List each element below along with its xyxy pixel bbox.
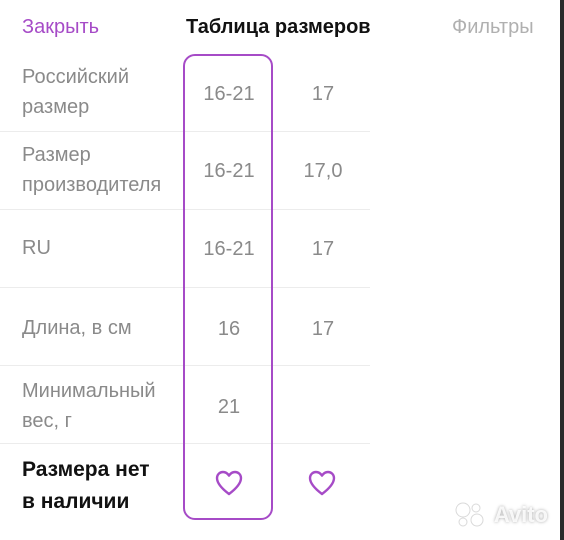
row-label-line: Российский <box>22 66 130 88</box>
row-label: Минимальный вес, г <box>22 376 156 436</box>
row-label: Российский размер <box>22 62 129 122</box>
row-label: Размер производителя <box>22 140 161 200</box>
size-cell: 17,0 <box>303 160 343 182</box>
avito-logo-icon <box>455 502 484 527</box>
size-cell: 17 <box>311 83 335 105</box>
avito-watermark-text: Avito <box>493 502 548 527</box>
close-button[interactable]: Закрыть <box>22 16 99 39</box>
row-label-line: Размер <box>22 144 91 166</box>
row-label-line: в наличии <box>22 490 130 513</box>
avito-watermark <box>454 502 484 533</box>
page-title: Таблица размеров <box>186 16 371 38</box>
row-label: Длина, в см <box>22 313 132 343</box>
row-label-line: RU <box>22 237 51 259</box>
size-cell: 17 <box>311 238 335 260</box>
row-label-line: Минимальный <box>22 380 156 402</box>
out-of-stock-label: Размера нет в наличии <box>22 454 150 518</box>
filters-button[interactable]: Фильтры <box>452 16 534 39</box>
size-cell: 17 <box>311 318 335 340</box>
row-label-line: производителя <box>22 174 162 196</box>
size-chart-sheet: Закрыть Таблица размеров Фильтры Российс… <box>0 0 564 540</box>
row-label-line: размер <box>22 96 90 118</box>
header: Закрыть Таблица размеров Фильтры <box>0 0 560 56</box>
selected-size-column <box>183 54 273 520</box>
row-label: RU <box>22 233 51 263</box>
row-label-line: Размера нет <box>22 458 150 481</box>
row-label-line: Длина, в см <box>22 317 132 339</box>
row-label-line: вес, г <box>22 410 72 432</box>
heart-outline-icon[interactable] <box>308 470 336 496</box>
